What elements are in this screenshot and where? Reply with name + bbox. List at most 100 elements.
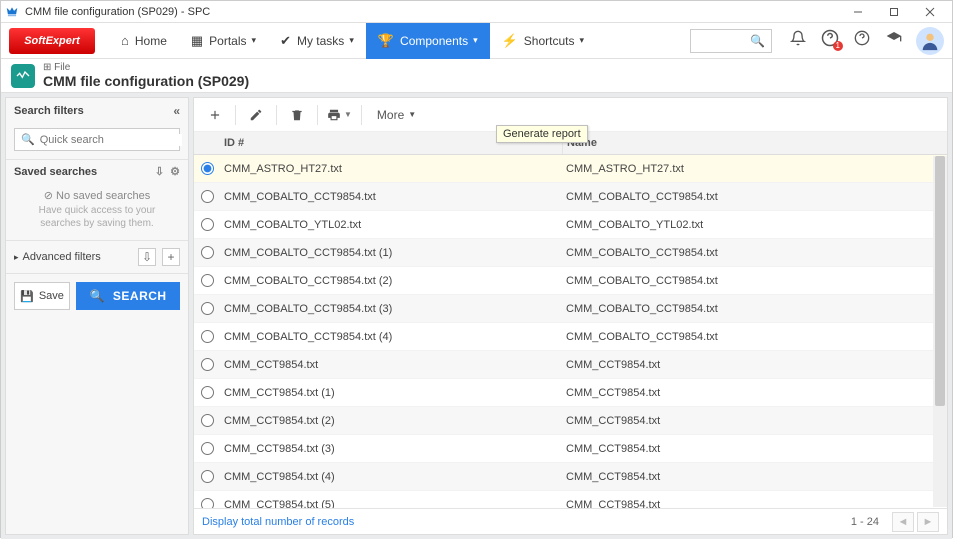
search-button[interactable]: 🔍 SEARCH <box>76 282 180 310</box>
table-row[interactable]: CMM_CCT9854.txt (1)CMM_CCT9854.txt <box>194 379 947 407</box>
record-range: 1 - 24 <box>851 516 879 528</box>
window-close-button[interactable] <box>912 1 948 23</box>
row-radio[interactable] <box>201 330 214 343</box>
check-icon: ✔ <box>280 33 291 49</box>
nav-portals[interactable]: ▦ Portals ▾ <box>179 23 268 59</box>
global-search[interactable]: 🔍 <box>690 29 772 53</box>
pin-icon[interactable]: ⇩ <box>138 248 156 266</box>
save-icon: 💾 <box>20 290 34 303</box>
notifications-icon[interactable] <box>785 30 811 51</box>
row-id: CMM_CCT9854.txt <box>220 359 562 371</box>
user-avatar[interactable] <box>916 27 944 55</box>
print-tooltip: Generate report <box>496 125 588 143</box>
more-label: More <box>377 108 404 122</box>
row-radio[interactable] <box>201 274 214 287</box>
filters-header[interactable]: Search filters « <box>6 98 188 124</box>
table-row[interactable]: CMM_COBALTO_CCT9854.txt (3)CMM_COBALTO_C… <box>194 295 947 323</box>
add-button[interactable] <box>200 101 230 129</box>
table-row[interactable]: CMM_CCT9854.txt (3)CMM_CCT9854.txt <box>194 435 947 463</box>
collapse-icon[interactable]: « <box>173 104 180 118</box>
search-icon: 🔍 <box>750 34 765 48</box>
table-row[interactable]: CMM_CCT9854.txt (4)CMM_CCT9854.txt <box>194 463 947 491</box>
scrollbar-thumb[interactable] <box>935 156 945 406</box>
row-radio[interactable] <box>201 218 214 231</box>
help-badge-count: 1 <box>833 41 843 51</box>
row-id: CMM_COBALTO_YTL02.txt <box>220 219 562 231</box>
row-radio[interactable] <box>201 470 214 483</box>
no-saved-searches: ⊘ No saved searches <box>6 183 188 204</box>
row-radio[interactable] <box>201 190 214 203</box>
brand-logo[interactable]: SoftExpert <box>9 28 95 54</box>
row-radio[interactable] <box>201 246 214 259</box>
print-button[interactable]: ▼ <box>323 101 356 129</box>
table-body: CMM_ASTRO_HT27.txtCMM_ASTRO_HT27.txtCMM_… <box>194 155 947 508</box>
row-radio[interactable] <box>201 386 214 399</box>
crumb-icon: ⊞ <box>43 62 51 73</box>
gear-icon[interactable]: ⚙ <box>170 165 180 178</box>
row-id: CMM_COBALTO_CCT9854.txt (3) <box>220 303 562 315</box>
pin-icon[interactable]: ⇩ <box>155 165 164 178</box>
table-row[interactable]: CMM_COBALTO_CCT9854.txt (2)CMM_COBALTO_C… <box>194 267 947 295</box>
help-icon[interactable] <box>849 30 875 51</box>
table-row[interactable]: CMM_ASTRO_HT27.txtCMM_ASTRO_HT27.txt <box>194 155 947 183</box>
search-sidebar: Search filters « 🔍 Saved searches ⇩ ⚙ ⊘ … <box>5 97 189 535</box>
breadcrumb: ⊞ File <box>43 62 249 73</box>
delete-button[interactable] <box>282 101 312 129</box>
row-name: CMM_COBALTO_CCT9854.txt <box>562 275 947 287</box>
window-maximize-button[interactable] <box>876 1 912 23</box>
module-icon <box>11 64 35 88</box>
pager-prev-button[interactable]: ◄ <box>892 512 914 532</box>
table-row[interactable]: CMM_COBALTO_CCT9854.txt (4)CMM_COBALTO_C… <box>194 323 947 351</box>
edit-button[interactable] <box>241 101 271 129</box>
table-row[interactable]: CMM_CCT9854.txt (2)CMM_CCT9854.txt <box>194 407 947 435</box>
graduation-icon[interactable] <box>881 30 907 51</box>
table-row[interactable]: CMM_CCT9854.txt (5)CMM_CCT9854.txt <box>194 491 947 508</box>
caret-down-icon: ▾ <box>580 35 585 46</box>
save-search-button[interactable]: 💾 Save <box>14 282 70 310</box>
more-button[interactable]: More ▼ <box>367 101 426 129</box>
nav-portals-label: Portals <box>209 34 246 48</box>
table-footer: Display total number of records 1 - 24 ◄… <box>194 508 947 534</box>
row-radio[interactable] <box>201 358 214 371</box>
row-name: CMM_CCT9854.txt <box>562 443 947 455</box>
bolt-icon: ⚡ <box>502 33 518 49</box>
filters-label: Search filters <box>14 105 84 117</box>
plus-icon[interactable]: + <box>162 248 180 266</box>
page-header: ⊞ File CMM file configuration (SP029) <box>1 59 952 93</box>
row-id: CMM_CCT9854.txt (1) <box>220 387 562 399</box>
row-radio[interactable] <box>201 498 214 508</box>
advanced-filters[interactable]: ▸ Advanced filters ⇩ + <box>6 240 188 274</box>
row-name: CMM_CCT9854.txt <box>562 499 947 509</box>
row-radio[interactable] <box>201 302 214 315</box>
nav-components[interactable]: 🏆 Components ▾ <box>366 23 490 59</box>
quick-search-input[interactable] <box>40 134 182 146</box>
help-badge-icon[interactable]: 1 <box>817 29 843 52</box>
row-radio[interactable] <box>201 162 214 175</box>
table-row[interactable]: CMM_COBALTO_CCT9854.txt (1)CMM_COBALTO_C… <box>194 239 947 267</box>
row-id: CMM_COBALTO_CCT9854.txt <box>220 191 562 203</box>
nav-home[interactable]: ⌂ Home <box>109 23 179 59</box>
row-id: CMM_CCT9854.txt (2) <box>220 415 562 427</box>
saved-searches-header[interactable]: Saved searches ⇩ ⚙ <box>6 159 188 183</box>
quick-search[interactable]: 🔍 <box>14 128 180 151</box>
row-id: CMM_CCT9854.txt (3) <box>220 443 562 455</box>
row-name: CMM_COBALTO_CCT9854.txt <box>562 303 947 315</box>
row-id: CMM_COBALTO_CCT9854.txt (1) <box>220 247 562 259</box>
row-radio[interactable] <box>201 442 214 455</box>
window-minimize-button[interactable] <box>840 1 876 23</box>
scrollbar[interactable] <box>933 156 947 507</box>
nav-shortcuts[interactable]: ⚡ Shortcuts ▾ <box>490 23 596 59</box>
row-radio[interactable] <box>201 414 214 427</box>
col-name-header[interactable]: Name <box>562 132 947 154</box>
table-row[interactable]: CMM_COBALTO_YTL02.txtCMM_COBALTO_YTL02.t… <box>194 211 947 239</box>
row-name: CMM_CCT9854.txt <box>562 471 947 483</box>
table-row[interactable]: CMM_CCT9854.txtCMM_CCT9854.txt <box>194 351 947 379</box>
nav-mytasks[interactable]: ✔ My tasks ▾ <box>268 23 366 59</box>
no-saved-text: No saved searches <box>56 190 150 202</box>
caret-down-icon: ▼ <box>344 110 352 119</box>
pager-next-button[interactable]: ► <box>917 512 939 532</box>
display-total-link[interactable]: Display total number of records <box>202 516 354 528</box>
table-row[interactable]: CMM_COBALTO_CCT9854.txtCMM_COBALTO_CCT98… <box>194 183 947 211</box>
global-search-input[interactable] <box>697 35 750 47</box>
no-saved-icon: ⊘ <box>44 190 53 202</box>
